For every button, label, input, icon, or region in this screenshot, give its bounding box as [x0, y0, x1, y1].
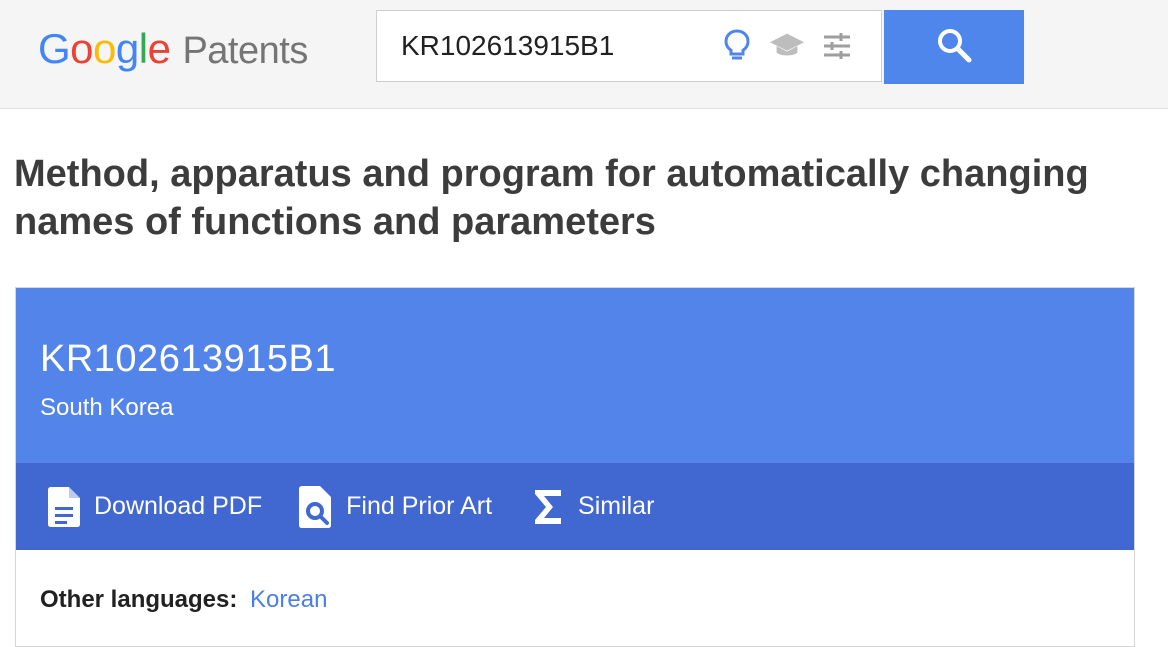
download-pdf-label: Download PDF — [94, 492, 262, 521]
search-input[interactable] — [377, 11, 717, 81]
logo-letter: e — [148, 24, 171, 74]
logo-letter: o — [93, 24, 116, 74]
similar-button[interactable]: Similar — [530, 486, 654, 528]
search-button[interactable] — [884, 10, 1024, 84]
action-bar: Download PDF Find Prior Art Similar — [16, 463, 1134, 550]
tune-icon[interactable] — [819, 28, 855, 64]
logo-letter: g — [116, 24, 139, 74]
other-languages-label: Other languages: — [40, 586, 237, 613]
find-prior-art-label: Find Prior Art — [346, 492, 492, 521]
patent-card: KR102613915B1 South Korea Download PDF — [15, 287, 1135, 647]
country-label: South Korea — [40, 394, 173, 422]
sigma-icon — [530, 486, 566, 528]
other-languages: Other languages: Korean — [40, 586, 327, 614]
scholar-cap-icon[interactable] — [769, 28, 805, 64]
download-pdf-button[interactable]: Download PDF — [46, 486, 262, 528]
patent-card-header: KR102613915B1 South Korea — [16, 288, 1134, 463]
find-document-icon — [298, 486, 334, 528]
top-bar: G o o g l e Patents — [0, 0, 1168, 109]
patent-title: Method, apparatus and program for automa… — [14, 150, 1134, 246]
language-link-korean[interactable]: Korean — [250, 586, 327, 613]
find-prior-art-button[interactable]: Find Prior Art — [298, 486, 492, 528]
search-box — [376, 10, 882, 82]
document-icon — [46, 486, 82, 528]
publication-number: KR102613915B1 — [40, 338, 336, 381]
logo-letter: o — [70, 24, 93, 74]
search-icon — [936, 27, 972, 68]
logo-product-name: Patents — [182, 26, 307, 76]
lightbulb-icon[interactable] — [719, 28, 755, 64]
logo-letter: l — [139, 24, 148, 74]
logo-letter: G — [38, 24, 70, 74]
search-tools — [719, 28, 855, 64]
similar-label: Similar — [578, 492, 654, 521]
google-patents-logo[interactable]: G o o g l e Patents — [38, 24, 308, 74]
